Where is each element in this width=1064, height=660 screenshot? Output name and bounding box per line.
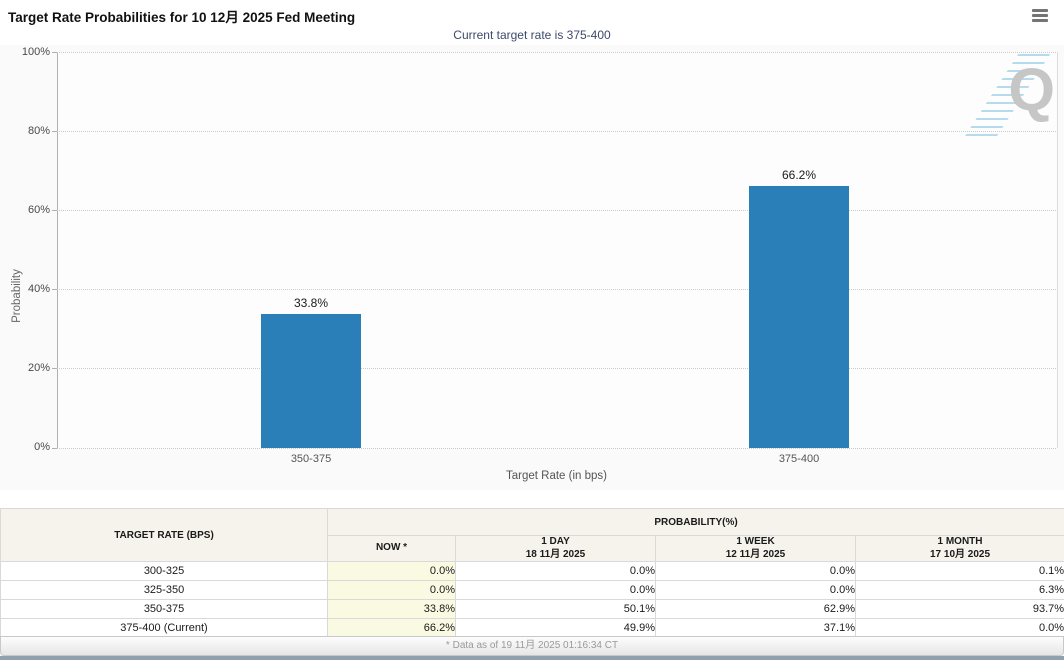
watermark-q-letter: Q xyxy=(1008,60,1055,120)
now-cell: 66.2% xyxy=(328,619,456,638)
column-header-1-day: 1 DAY 18 11月 2025 xyxy=(456,536,656,562)
fedwatch-tool-page: Target Rate Probabilities for 10 12月 202… xyxy=(0,0,1064,660)
column-group-header-probability: PROBABILITY(%) xyxy=(328,509,1064,536)
bar-value-label: 33.8% xyxy=(261,296,361,310)
rate-cell: 325-350 xyxy=(1,581,328,600)
column-header-1-month: 1 MONTH 17 10月 2025 xyxy=(856,536,1064,562)
month-cell: 0.0% xyxy=(856,619,1064,638)
bar-375-400[interactable] xyxy=(749,186,849,448)
day-cell: 49.9% xyxy=(456,619,656,638)
column-header-date: 12 11月 2025 xyxy=(656,549,855,562)
month-cell: 6.3% xyxy=(856,581,1064,600)
y-tick xyxy=(52,131,57,132)
y-tick-label: 0% xyxy=(0,441,50,453)
hamburger-menu-icon[interactable] xyxy=(1030,9,1050,25)
gridline-100 xyxy=(57,52,1056,53)
table-row: 300-325 0.0% 0.0% 0.0% 0.1% xyxy=(1,562,1064,581)
y-tick-label: 80% xyxy=(0,125,50,137)
rate-cell: 375-400 (Current) xyxy=(1,619,328,638)
bottom-strip xyxy=(0,656,1064,660)
probability-table: TARGET RATE (BPS) PROBABILITY(%) NOW * 1… xyxy=(0,508,1064,638)
column-header-label: 1 MONTH xyxy=(856,536,1064,549)
gridline-20 xyxy=(57,368,1056,369)
now-cell: 33.8% xyxy=(328,600,456,619)
y-tick xyxy=(52,289,57,290)
day-cell: 0.0% xyxy=(456,562,656,581)
now-cell: 0.0% xyxy=(328,562,456,581)
y-tick-label: 20% xyxy=(0,362,50,374)
gridline-40 xyxy=(57,289,1056,290)
column-header-label: 1 WEEK xyxy=(656,536,855,549)
page-title: Target Rate Probabilities for 10 12月 202… xyxy=(8,6,355,26)
column-header-target-rate: TARGET RATE (BPS) xyxy=(1,509,328,562)
month-cell: 93.7% xyxy=(856,600,1064,619)
rate-cell: 300-325 xyxy=(1,562,328,581)
y-tick-label: 40% xyxy=(0,283,50,295)
data-as-of-note: * Data as of 19 11月 2025 01:16:34 CT xyxy=(0,636,1064,656)
table-row: 325-350 0.0% 0.0% 0.0% 6.3% xyxy=(1,581,1064,600)
column-header-now: NOW * xyxy=(328,536,456,562)
column-header-date: 18 11月 2025 xyxy=(456,549,655,562)
month-cell: 0.1% xyxy=(856,562,1064,581)
hamburger-bar xyxy=(1032,19,1048,22)
plot-area xyxy=(57,52,1058,448)
week-cell: 0.0% xyxy=(656,562,856,581)
day-cell: 0.0% xyxy=(456,581,656,600)
y-tick-label: 60% xyxy=(0,204,50,216)
now-cell: 0.0% xyxy=(328,581,456,600)
bar-value-label: 66.2% xyxy=(749,168,849,182)
y-tick xyxy=(52,448,57,449)
column-header-label: 1 DAY xyxy=(456,536,655,549)
x-tick-label: 375-400 xyxy=(749,453,849,465)
x-axis-title: Target Rate (in bps) xyxy=(57,470,1056,482)
hamburger-bar xyxy=(1032,9,1048,12)
quikstrike-watermark-logo: Q xyxy=(983,58,1055,134)
probability-bar-chart: 100% 80% 60% 40% 20% 0% Probability Q 33… xyxy=(0,45,1064,490)
table-row: 350-375 33.8% 50.1% 62.9% 93.7% xyxy=(1,600,1064,619)
week-cell: 62.9% xyxy=(656,600,856,619)
hamburger-bar xyxy=(1032,14,1048,17)
gridline-60 xyxy=(57,210,1056,211)
current-target-rate-subtitle: Current target rate is 375-400 xyxy=(0,28,1064,42)
x-axis-line xyxy=(57,448,1056,449)
week-cell: 37.1% xyxy=(656,619,856,638)
day-cell: 50.1% xyxy=(456,600,656,619)
bar-350-375[interactable] xyxy=(261,314,361,448)
y-tick xyxy=(52,210,57,211)
column-header-1-week: 1 WEEK 12 11月 2025 xyxy=(656,536,856,562)
column-header-date: 17 10月 2025 xyxy=(856,549,1064,562)
y-tick xyxy=(52,52,57,53)
week-cell: 0.0% xyxy=(656,581,856,600)
x-tick-label: 350-375 xyxy=(261,453,361,465)
gridline-80 xyxy=(57,131,1056,132)
y-tick-label: 100% xyxy=(0,46,50,58)
y-tick xyxy=(52,368,57,369)
rate-cell: 350-375 xyxy=(1,600,328,619)
table-row: 375-400 (Current) 66.2% 49.9% 37.1% 0.0% xyxy=(1,619,1064,638)
y-axis-title: Probability xyxy=(11,251,23,341)
